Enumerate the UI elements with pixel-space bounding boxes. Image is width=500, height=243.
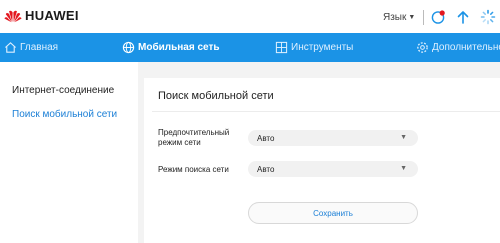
caret-down-icon: ▼ [408, 13, 416, 21]
sidebar-item-internet-connection[interactable]: Интернет-соединение [12, 85, 114, 96]
loading-spinner-icon [480, 9, 496, 25]
nav-tools[interactable]: Инструменты [275, 33, 353, 62]
update-arrow-icon[interactable] [455, 9, 471, 25]
nav-tools-label: Инструменты [291, 42, 354, 53]
gear-icon [417, 42, 428, 53]
main-nav: Главная Мобильная сеть Инструменты Допол… [0, 33, 500, 62]
chevron-down-icon: ▼ [400, 134, 407, 141]
tools-icon [275, 41, 288, 54]
sidebar: Интернет-соединение Поиск мобильной сети [0, 62, 138, 243]
home-icon [5, 42, 16, 53]
huawei-flower-icon [4, 10, 22, 22]
network-search-mode-select[interactable]: Авто ▼ [248, 161, 418, 177]
globe-icon [122, 41, 135, 54]
language-selector[interactable]: Язык ▼ [383, 12, 415, 23]
message-icon[interactable] [430, 9, 446, 25]
huawei-logo[interactable]: HUAWEI [4, 8, 79, 23]
language-label: Язык [383, 12, 407, 23]
chevron-down-icon: ▼ [400, 165, 407, 172]
nav-advanced[interactable]: Дополнительно [416, 33, 500, 62]
sidebar-item-network-search[interactable]: Поиск мобильной сети [12, 109, 117, 120]
preferred-network-mode-label: Предпочтительный режим сети [158, 128, 230, 147]
top-divider [423, 10, 424, 25]
nav-mobile-network-label: Мобильная сеть [138, 42, 220, 53]
page-title: Поиск мобильной сети [158, 90, 274, 102]
settings-card: Поиск мобильной сети Предпочтительный ре… [144, 78, 500, 243]
nav-home-label: Главная [20, 42, 59, 53]
top-bar: HUAWEI Язык ▼ [0, 0, 500, 33]
title-divider [152, 111, 500, 112]
nav-advanced-label: Дополнительно [432, 42, 500, 53]
nav-home[interactable]: Главная [4, 33, 58, 62]
main-content: Поиск мобильной сети Предпочтительный ре… [138, 62, 500, 243]
nav-mobile-network[interactable]: Мобильная сеть [122, 33, 220, 62]
preferred-network-mode-value: Авто [257, 133, 275, 143]
save-button[interactable]: Сохранить [248, 202, 418, 224]
network-search-mode-value: Авто [257, 164, 275, 174]
network-search-mode-label: Режим поиска сети [158, 165, 229, 174]
brand-name: HUAWEI [25, 8, 79, 23]
preferred-network-mode-select[interactable]: Авто ▼ [248, 130, 418, 146]
